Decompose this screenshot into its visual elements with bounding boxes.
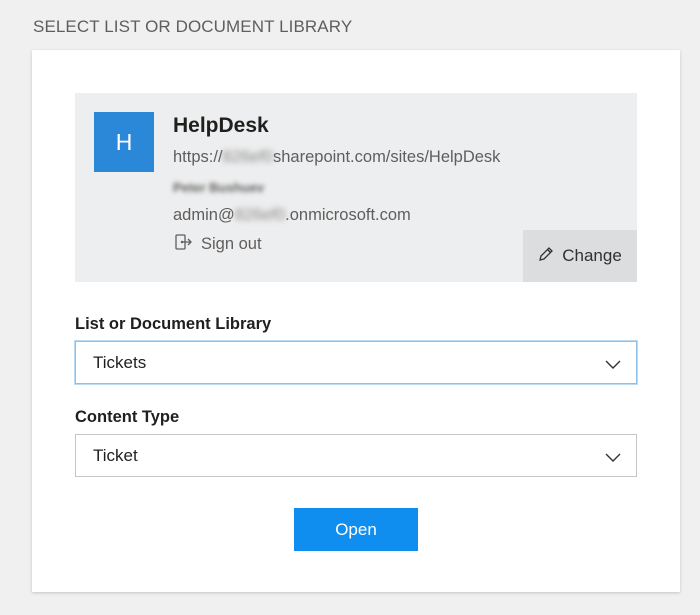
- user-email-suffix: .onmicrosoft.com: [285, 206, 411, 224]
- pencil-icon: [538, 246, 554, 267]
- chevron-down-icon: [605, 453, 621, 462]
- site-avatar: H: [94, 112, 154, 172]
- user-name: Peter Bushuev: [173, 180, 265, 195]
- user-email-prefix: admin@: [173, 206, 235, 224]
- section-title: SELECT LIST OR DOCUMENT LIBRARY: [33, 17, 353, 36]
- site-url: https://826ef0sharepoint.com/sites/HelpD…: [173, 148, 500, 167]
- sign-out-link[interactable]: Sign out: [173, 232, 262, 257]
- content-type-field-label: Content Type: [75, 408, 180, 426]
- library-selector-card: H HelpDesk https://826ef0sharepoint.com/…: [32, 50, 680, 592]
- list-dropdown[interactable]: Tickets: [75, 341, 637, 384]
- change-label: Change: [562, 246, 622, 265]
- list-dropdown-value: Tickets: [93, 352, 147, 372]
- sign-out-icon: [173, 232, 193, 257]
- user-email: admin@826ef0.onmicrosoft.com: [173, 206, 411, 225]
- site-url-suffix: sharepoint.com/sites/HelpDesk: [273, 148, 501, 166]
- site-info-panel: H HelpDesk https://826ef0sharepoint.com/…: [75, 93, 637, 282]
- user-email-redacted: 826ef0: [234, 206, 286, 224]
- site-url-redacted: 826ef0: [222, 148, 273, 166]
- list-field-label: List or Document Library: [75, 315, 272, 333]
- content-type-dropdown-value: Ticket: [93, 445, 138, 465]
- site-url-prefix: https://: [173, 148, 223, 166]
- change-button[interactable]: Change: [523, 230, 637, 282]
- open-button[interactable]: Open: [294, 508, 418, 551]
- site-name: HelpDesk: [173, 114, 269, 137]
- sign-out-label: Sign out: [201, 235, 262, 253]
- chevron-down-icon: [605, 360, 621, 369]
- content-type-dropdown[interactable]: Ticket: [75, 434, 637, 477]
